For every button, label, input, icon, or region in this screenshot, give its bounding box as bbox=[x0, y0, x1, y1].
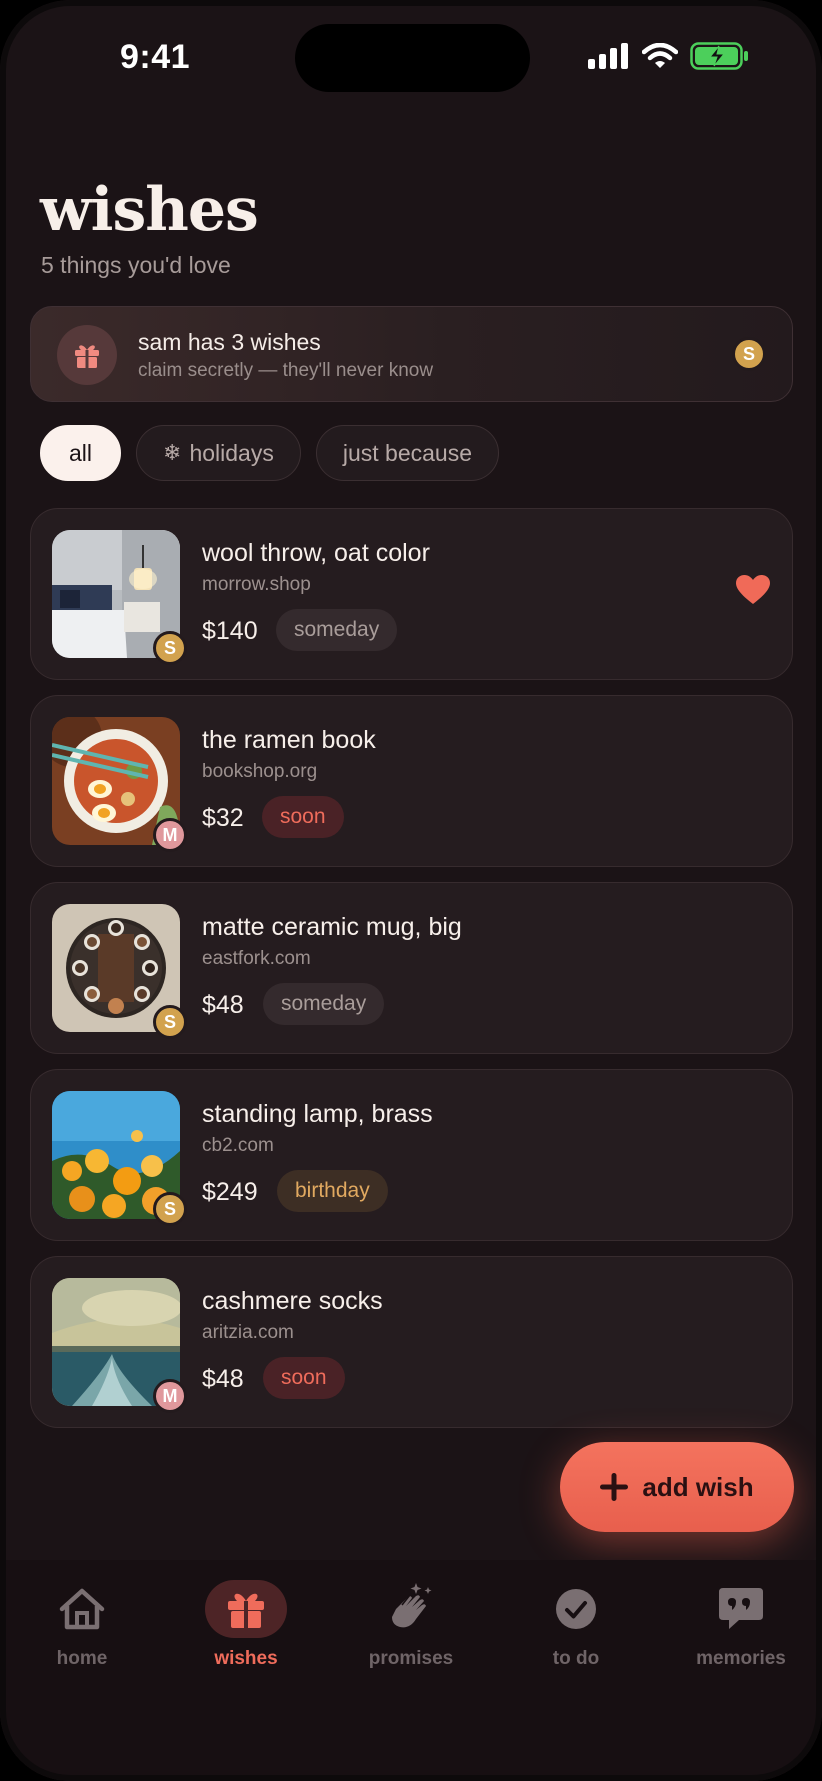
tab-label: promises bbox=[368, 1648, 454, 1669]
cellular-signal-icon bbox=[588, 43, 628, 69]
wish-card[interactable]: S wool throw, oat color morrow.shop $140… bbox=[30, 508, 793, 680]
wish-price: $249 bbox=[202, 1178, 258, 1206]
wish-name: cashmere socks bbox=[202, 1287, 383, 1315]
wish-price: $140 bbox=[202, 617, 258, 645]
home-icon bbox=[41, 1580, 123, 1638]
banner-subtitle: claim secretly — they'll never know bbox=[138, 360, 434, 381]
wish-tag: birthday bbox=[277, 1170, 388, 1212]
owner-avatar: M bbox=[153, 818, 187, 852]
filter-chip-label: just because bbox=[342, 439, 472, 466]
wish-card[interactable]: M cashmere socks aritzia.com $48 soon bbox=[30, 1256, 793, 1428]
tab-memories[interactable]: memories bbox=[671, 1580, 811, 1670]
status-icons bbox=[588, 42, 750, 70]
tab-label: memories bbox=[696, 1648, 786, 1669]
plus-icon bbox=[600, 1473, 629, 1501]
wish-store: eastfork.com bbox=[202, 948, 311, 969]
wish-price: $48 bbox=[202, 991, 244, 1019]
filter-chip-just-because[interactable]: just because bbox=[315, 425, 499, 481]
phone-screen: 9:41 wishes 5 things you'd love sam has … bbox=[0, 0, 822, 1781]
tab-label: wishes bbox=[214, 1648, 278, 1669]
snowflake-icon: ❄ bbox=[163, 440, 182, 465]
wish-name: matte ceramic mug, big bbox=[202, 913, 462, 941]
dynamic-island bbox=[295, 24, 530, 92]
filter-chips: all ❄ holidays just because bbox=[40, 425, 499, 481]
tab-home[interactable]: home bbox=[12, 1580, 152, 1670]
tab-label: to do bbox=[552, 1648, 600, 1669]
add-wish-label: add wish bbox=[642, 1471, 754, 1502]
partner-wishes-banner[interactable]: sam has 3 wishes claim secretly — they'l… bbox=[30, 306, 793, 402]
wifi-icon bbox=[642, 43, 678, 68]
owner-avatar: M bbox=[153, 1379, 187, 1413]
wish-price: $48 bbox=[202, 1365, 244, 1393]
filter-chip-label: holidays bbox=[189, 439, 274, 466]
heart-icon[interactable] bbox=[736, 575, 770, 610]
tab-bar: home wishes promises to do memories bbox=[0, 1560, 822, 1781]
tab-to-do[interactable]: to do bbox=[506, 1580, 646, 1670]
owner-avatar: S bbox=[153, 1005, 187, 1039]
wish-tag: soon bbox=[262, 796, 344, 838]
wish-name: the ramen book bbox=[202, 726, 376, 754]
wish-name: standing lamp, brass bbox=[202, 1100, 433, 1128]
battery-charging-icon bbox=[690, 42, 748, 70]
wish-store: morrow.shop bbox=[202, 574, 311, 595]
wish-price: $32 bbox=[202, 804, 244, 832]
wish-card[interactable]: M the ramen book bookshop.org $32 soon bbox=[30, 695, 793, 867]
wish-name: wool throw, oat color bbox=[202, 539, 430, 567]
page-subtitle: 5 things you'd love bbox=[41, 252, 231, 278]
wish-card[interactable]: S standing lamp, brass cb2.com $249 birt… bbox=[30, 1069, 793, 1241]
owner-avatar: S bbox=[153, 1192, 187, 1226]
filter-chip-holidays[interactable]: ❄ holidays bbox=[136, 425, 301, 481]
page-title: wishes bbox=[40, 175, 259, 245]
wish-tag: someday bbox=[263, 983, 385, 1025]
clapping-hands-icon bbox=[370, 1580, 452, 1638]
wish-store: cb2.com bbox=[202, 1135, 274, 1156]
tab-label: home bbox=[56, 1648, 108, 1669]
gift-icon bbox=[205, 1580, 287, 1638]
wish-store: aritzia.com bbox=[202, 1322, 294, 1343]
wish-tag: soon bbox=[263, 1357, 345, 1399]
owner-avatar: S bbox=[153, 631, 187, 665]
check-circle-icon bbox=[535, 1580, 617, 1638]
filter-chip-all[interactable]: all bbox=[40, 425, 122, 481]
add-wish-button[interactable]: add wish bbox=[560, 1442, 794, 1532]
tab-promises[interactable]: promises bbox=[341, 1580, 481, 1670]
gift-icon bbox=[57, 325, 117, 385]
filter-chip-label: all bbox=[69, 439, 93, 466]
wish-card[interactable]: S matte ceramic mug, big eastfork.com $4… bbox=[30, 882, 793, 1054]
tab-wishes[interactable]: wishes bbox=[176, 1580, 316, 1670]
wish-store: bookshop.org bbox=[202, 761, 318, 782]
status-time: 9:41 bbox=[120, 38, 191, 76]
wish-tag: someday bbox=[276, 609, 398, 651]
quote-bubble-icon bbox=[700, 1580, 782, 1638]
partner-avatar: S bbox=[732, 337, 766, 371]
banner-title: sam has 3 wishes bbox=[138, 329, 321, 355]
